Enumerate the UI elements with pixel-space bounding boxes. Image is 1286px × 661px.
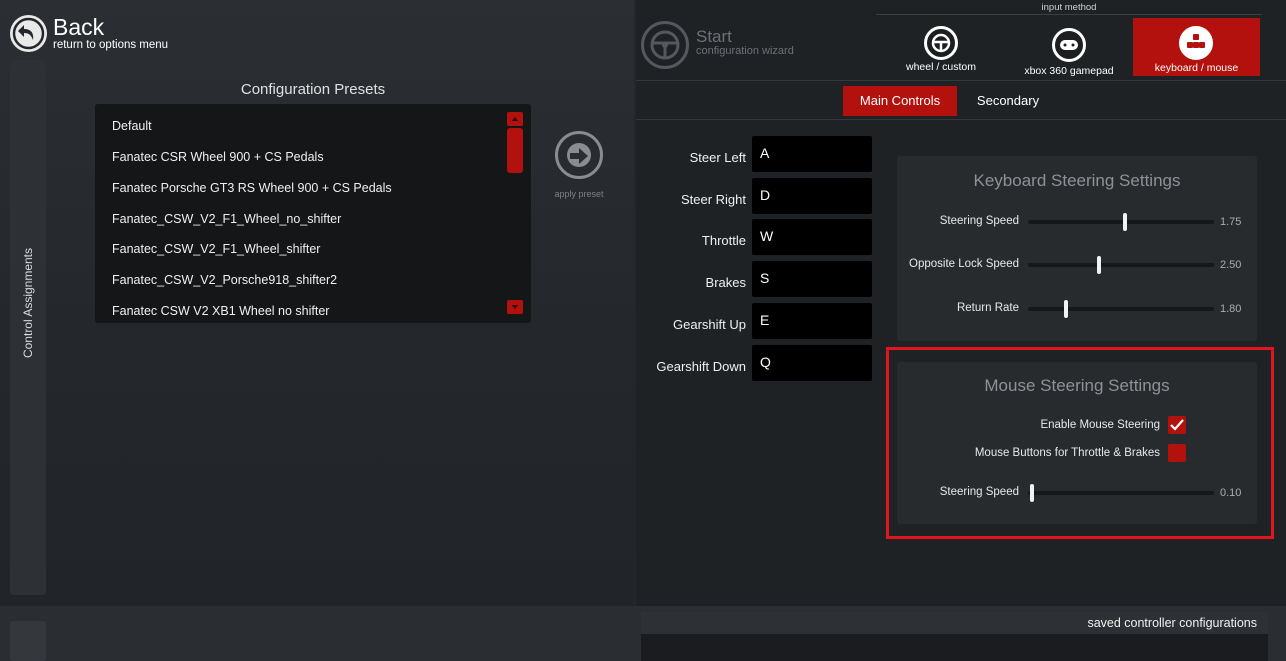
binding-gearshift-down[interactable]: Q — [752, 345, 872, 381]
setting-value: 2.50 — [1220, 259, 1242, 271]
input-xbox-gamepad-button[interactable]: xbox 360 gamepad — [1006, 18, 1132, 77]
scroll-down-button[interactable] — [507, 300, 523, 314]
steering-wheel-icon — [924, 26, 958, 60]
binding-key: E — [760, 312, 770, 328]
keyboard-steering-title: Keyboard Steering Settings — [973, 171, 1181, 190]
arrow-left-circle-icon — [10, 15, 47, 52]
steering-wheel-icon — [641, 21, 689, 69]
scroll-up-button[interactable] — [507, 112, 523, 126]
binding-steer-right[interactable]: D — [752, 178, 872, 214]
tab-secondary[interactable]: Secondary — [963, 86, 1053, 116]
binding-label-steer-left: Steer Left — [689, 150, 746, 165]
control-assignments-label: Control Assignments — [21, 247, 35, 359]
preset-item[interactable]: Fanatec_CSW_V2_Porsche918_shifter2 — [112, 273, 337, 287]
back-subtitle: return to options menu — [53, 39, 169, 51]
saved-configurations-label: saved controller configurations — [1087, 616, 1257, 630]
apply-preset-button[interactable]: apply preset — [551, 131, 607, 201]
binding-key: D — [760, 187, 771, 203]
binding-label-gearshift-up: Gearshift Up — [673, 317, 746, 332]
opposite-lock-speed-slider[interactable] — [1028, 256, 1214, 274]
tab-main-controls[interactable]: Main Controls — [843, 86, 957, 116]
gamepad-icon — [1052, 28, 1086, 62]
binding-label-gearshift-down: Gearshift Down — [656, 359, 746, 374]
divider — [636, 80, 1286, 81]
slider-thumb[interactable] — [1097, 256, 1102, 274]
input-keyboard-mouse-label: keyboard / mouse — [1154, 62, 1239, 74]
preset-item[interactable]: Default — [112, 119, 152, 133]
setting-label: Steering Speed — [939, 215, 1019, 227]
setting-value: 1.75 — [1220, 216, 1242, 228]
binding-throttle[interactable]: W — [752, 219, 872, 255]
preset-item[interactable]: Fanatec_CSW_V2_F1_Wheel_shifter — [112, 242, 320, 256]
arrow-right-icon — [570, 148, 588, 164]
back-title: Back — [53, 14, 105, 40]
wizard-title: Start — [696, 27, 732, 46]
steering-speed-slider[interactable] — [1028, 213, 1214, 231]
setting-label: Return Rate — [956, 302, 1019, 314]
binding-label-throttle: Throttle — [701, 233, 746, 248]
setting-label: Opposite Lock Speed — [909, 258, 1019, 270]
binding-key: S — [760, 270, 770, 286]
presets-title: Configuration Presets — [240, 81, 386, 98]
slider-thumb[interactable] — [1122, 213, 1127, 231]
binding-label-steer-right: Steer Right — [680, 192, 746, 207]
wizard-subtitle: configuration wizard — [696, 45, 794, 57]
keyboard-steering-panel: Keyboard Steering Settings Steering Spee… — [897, 156, 1257, 341]
setting-value: 1.80 — [1220, 303, 1242, 315]
divider — [636, 119, 1286, 120]
preset-item[interactable]: Fanatec Porsche GT3 RS Wheel 900 + CS Pe… — [112, 181, 392, 195]
binding-key: Q — [760, 354, 771, 370]
input-keyboard-mouse-button[interactable]: keyboard / mouse — [1133, 18, 1260, 76]
saved-configurations-list[interactable] — [641, 634, 1268, 661]
input-method-label: input method — [1041, 2, 1097, 13]
scrollbar-thumb[interactable] — [507, 128, 523, 173]
binding-key: A — [760, 145, 770, 161]
apply-preset-label: apply preset — [554, 189, 604, 199]
slider-thumb[interactable] — [1064, 300, 1069, 318]
binding-key: W — [760, 228, 774, 244]
binding-brakes[interactable]: S — [752, 261, 872, 297]
bottom-left-panel — [10, 621, 46, 661]
return-rate-slider[interactable] — [1028, 300, 1214, 318]
preset-item[interactable]: Fanatec_CSW_V2_F1_Wheel_no_shifter — [112, 212, 341, 226]
keyboard-icon — [1179, 26, 1213, 60]
input-method-divider — [876, 14, 1262, 15]
binding-label-brakes: Brakes — [705, 275, 746, 290]
input-wheel-custom-button[interactable]: wheel / custom — [876, 18, 1006, 76]
input-wheel-custom-label: wheel / custom — [905, 61, 977, 73]
preset-item[interactable]: Fanatec CSW V2 XB1 Wheel no shifter — [112, 304, 329, 318]
highlight-box — [886, 347, 1274, 539]
back-button[interactable]: Back return to options menu — [10, 14, 230, 56]
binding-gearshift-up[interactable]: E — [752, 303, 872, 339]
input-xbox-gamepad-label: xbox 360 gamepad — [1024, 65, 1114, 77]
binding-steer-left[interactable]: A — [752, 136, 872, 172]
preset-item[interactable]: Fanatec CSR Wheel 900 + CS Pedals — [112, 150, 324, 164]
preset-list[interactable]: Default Fanatec CSR Wheel 900 + CS Pedal… — [95, 104, 531, 323]
configuration-wizard-button[interactable]: Start configuration wizard — [641, 21, 841, 69]
